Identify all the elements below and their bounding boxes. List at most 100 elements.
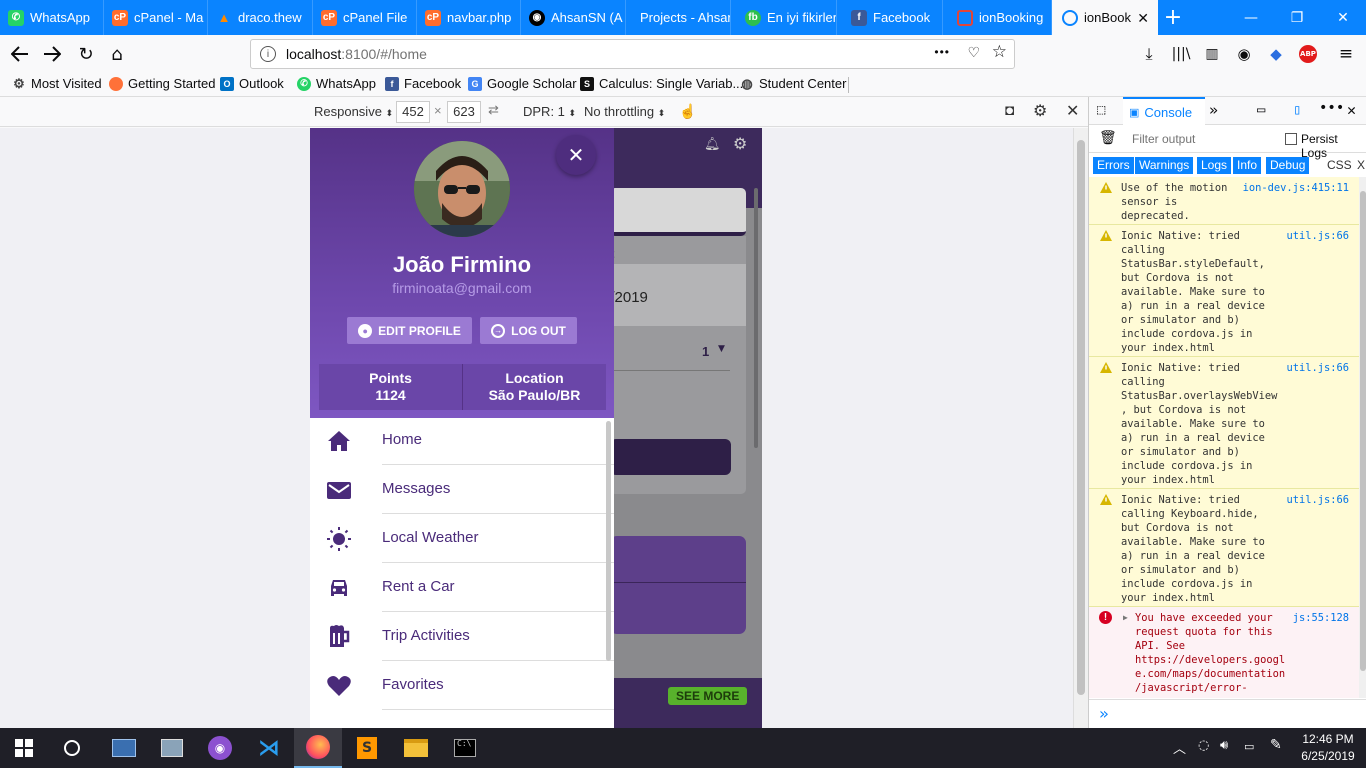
quantity-select[interactable]: 1 — [702, 344, 709, 359]
page-scrollbar[interactable] — [754, 188, 758, 448]
more-tabs-chevron-icon[interactable]: » — [1209, 101, 1218, 119]
menu-scrollbar[interactable] — [606, 421, 611, 661]
downloads-icon[interactable]: ⤓ — [1135, 41, 1163, 67]
menu-item-messages[interactable]: Messages — [310, 465, 614, 514]
tab-cpanel-file[interactable]: cP cPanel File — [313, 0, 417, 35]
taskbar-sublime[interactable]: S — [343, 728, 391, 768]
bookmark-whatsapp[interactable]: ✆ WhatsApp — [297, 76, 376, 91]
close-rdm-icon[interactable]: ✕ — [1066, 101, 1079, 121]
system-clock[interactable]: 12:46 PM 6/25/2019 — [1298, 731, 1358, 765]
bookmark-facebook[interactable]: f Facebook — [385, 76, 461, 91]
close-menu-button[interactable]: ✕ — [556, 135, 596, 175]
tab-draco[interactable]: ▲ draco.thew — [208, 0, 313, 35]
taskbar-app-2[interactable] — [148, 728, 196, 768]
expand-arrow-icon[interactable]: ▶ — [1123, 611, 1128, 625]
bookmark-google-scholar[interactable]: G Google Scholar — [468, 76, 577, 91]
search-card[interactable] — [610, 188, 746, 236]
tab-whatsapp[interactable]: ✆ WhatsApp — [0, 0, 104, 35]
pen-icon[interactable]: ✎ — [1270, 737, 1282, 753]
bookmark-most-visited[interactable]: ⚙ Most Visited — [12, 76, 101, 92]
screenshot-icon[interactable]: ◘ — [1005, 102, 1014, 119]
filter-info[interactable]: Info — [1233, 157, 1262, 174]
persist-logs-checkbox[interactable] — [1285, 133, 1297, 145]
bookmark-calculus[interactable]: S Calculus: Single Variab... — [580, 76, 743, 91]
url-bar[interactable]: i localhost:8100/#/home ••• ♡ ☆ — [250, 39, 1015, 69]
filter-css[interactable]: CSS — [1323, 157, 1356, 174]
message-source-link[interactable]: js:55:128 — [1293, 611, 1349, 625]
pocket-icon[interactable]: ♡ — [967, 44, 980, 61]
taskbar-terminal[interactable]: C:\ — [441, 728, 489, 768]
message-source-link[interactable]: util.js:66 — [1286, 361, 1349, 375]
message-source-link[interactable]: ion-dev.js:415:11 — [1243, 181, 1349, 195]
close-devtools-icon[interactable]: ✕ — [1347, 101, 1356, 119]
filter-errors[interactable]: Errors — [1093, 157, 1134, 174]
maximize-button[interactable]: ❐ — [1274, 0, 1320, 35]
tab-ionbooking[interactable]: ionBooking — [943, 0, 1052, 35]
adblock-icon[interactable]: ABP — [1294, 41, 1322, 67]
notification-bell-icon[interactable]: 🔔︎ — [704, 137, 721, 152]
menu-item-favorites[interactable]: Favorites — [310, 661, 614, 710]
taskbar-vscode[interactable]: ⋊ — [245, 728, 293, 768]
throttling-select[interactable]: No throttling ⬍ — [584, 104, 665, 119]
touch-simulation-icon[interactable]: ☝ — [679, 103, 696, 120]
bookmark-star-icon[interactable]: ☆ — [992, 42, 1007, 62]
battery-icon[interactable]: ▭ — [1244, 740, 1254, 753]
volume-icon[interactable]: 🔊︎ — [1220, 738, 1228, 753]
taskbar-explorer[interactable] — [392, 728, 440, 768]
filter-warnings[interactable]: Warnings — [1135, 157, 1194, 174]
new-tab-button[interactable]: + — [1158, 0, 1188, 35]
settings-gear-icon[interactable]: ⚙ — [1033, 101, 1047, 121]
see-more-button[interactable]: SEE MORE — [668, 687, 748, 705]
reload-button[interactable]: ↻ — [72, 41, 100, 67]
filter-input[interactable]: Filter output — [1132, 132, 1195, 146]
device-select[interactable]: Responsive ⬍ — [314, 104, 393, 119]
responsive-mode-icon[interactable]: ▯ — [1293, 102, 1301, 118]
tab-projects[interactable]: Projects - Ahsar — [626, 0, 731, 35]
console-input[interactable]: » — [1089, 699, 1366, 728]
start-button[interactable] — [0, 728, 48, 768]
info-icon[interactable]: i — [260, 46, 276, 62]
tab-github[interactable]: ◉ AhsanSN (A — [521, 0, 626, 35]
extension-icon[interactable]: ◆ — [1262, 41, 1290, 67]
close-icon[interactable]: ✕ — [1137, 10, 1149, 27]
menu-item-rent-a-car[interactable]: Rent a Car — [310, 563, 614, 612]
edit-profile-button[interactable]: ● EDIT PROFILE — [347, 317, 472, 344]
viewport-width-input[interactable]: 452 — [396, 101, 430, 123]
tab-cpanel[interactable]: cP cPanel - Ma — [104, 0, 208, 35]
console-scrollbar[interactable] — [1359, 177, 1366, 698]
settings-icon[interactable]: ⚙ — [733, 134, 747, 153]
filter-debug[interactable]: Debug — [1266, 157, 1310, 174]
dpr-select[interactable]: DPR: 1 ⬍ — [523, 104, 576, 119]
rotate-icon[interactable]: ⇄ — [488, 102, 499, 118]
menu-hamburger-icon[interactable]: ≡ — [1332, 41, 1360, 67]
sidebar-icon[interactable]: ▥ — [1198, 41, 1226, 67]
trash-icon[interactable]: 🗑︎ — [1099, 130, 1117, 146]
devtools-menu-icon[interactable]: ••• — [1319, 100, 1344, 116]
dock-icon[interactable]: ▭ — [1257, 102, 1265, 118]
bookmark-student-center[interactable]: ◍ Student Center — [740, 76, 846, 92]
inspector-pick-icon[interactable]: ⬚ — [1097, 102, 1105, 118]
tab-ionbook-active[interactable]: ionBook ✕ — [1052, 0, 1158, 35]
filter-xhr[interactable]: X — [1353, 157, 1366, 174]
bookmark-outlook[interactable]: O Outlook — [220, 76, 284, 91]
message-source-link[interactable]: util.js:66 — [1286, 493, 1349, 507]
forward-button[interactable] — [38, 41, 66, 67]
taskbar-app-1[interactable] — [100, 728, 148, 768]
tab-fikirler[interactable]: fb En iyi fikirler — [731, 0, 837, 35]
cortana-button[interactable] — [48, 728, 96, 768]
tab-navbar[interactable]: cP navbar.php — [417, 0, 521, 35]
library-icon[interactable]: |||\ — [1167, 41, 1195, 67]
logout-button[interactable]: → LOG OUT — [480, 317, 577, 344]
taskbar-firefox[interactable] — [294, 728, 342, 768]
tray-chevron-icon[interactable]: ︿ — [1173, 738, 1186, 757]
profile-email[interactable]: firminoata@gmail.com — [310, 280, 614, 296]
bookmark-getting-started[interactable]: Getting Started — [109, 76, 215, 91]
viewport-scrollbar[interactable] — [1073, 128, 1088, 728]
network-icon[interactable]: ◌ — [1198, 738, 1209, 753]
tab-console[interactable]: ▣ Console — [1123, 97, 1205, 125]
filter-logs[interactable]: Logs — [1197, 157, 1232, 174]
minimize-button[interactable]: — — [1228, 0, 1274, 35]
tab-facebook[interactable]: f Facebook — [837, 0, 943, 35]
close-window-button[interactable]: ✕ — [1320, 0, 1366, 35]
back-button[interactable] — [6, 41, 34, 67]
